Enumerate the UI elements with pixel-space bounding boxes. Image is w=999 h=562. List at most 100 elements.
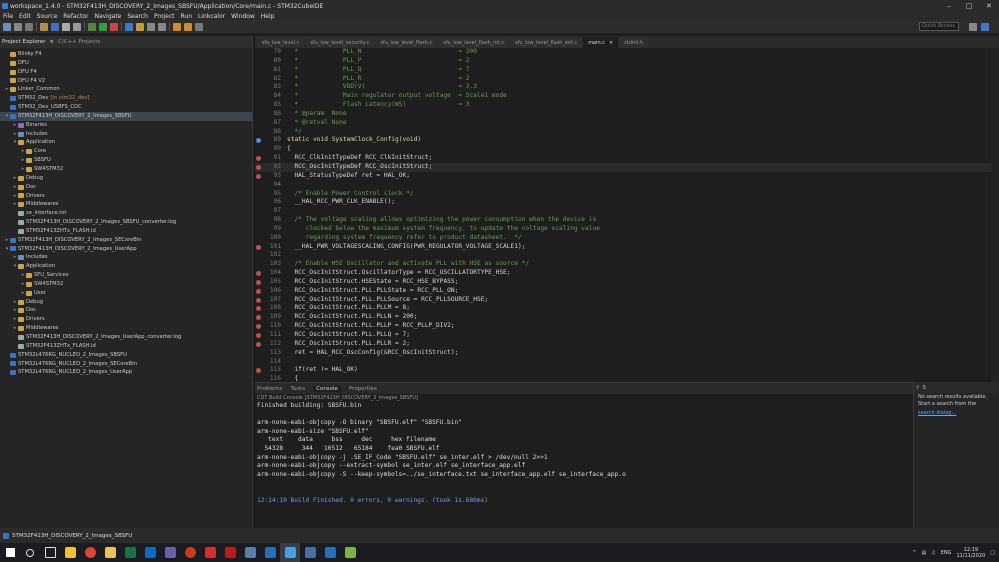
menu-window[interactable]: Window bbox=[228, 13, 258, 20]
code-editor[interactable]: 79 * PLL_N = 200 80 * PLL_P = 2 81 * PLL_Q… bbox=[255, 48, 999, 382]
tree-item[interactable]: ▸ Middlewares bbox=[0, 200, 252, 209]
tree-item[interactable]: STM32F413ZHTx_FLASH.ld bbox=[0, 227, 252, 236]
new-icon[interactable] bbox=[3, 22, 11, 31]
tab-project-explorer[interactable]: Project Explorer bbox=[2, 39, 45, 45]
prev-annotation-icon[interactable] bbox=[158, 22, 166, 31]
tree-item[interactable]: DFU F4 V2 bbox=[0, 77, 252, 86]
minimize-button[interactable]: – bbox=[939, 0, 959, 12]
menu-run[interactable]: Run bbox=[178, 13, 196, 20]
tree-item[interactable]: ▸ Drivers bbox=[0, 192, 252, 201]
tree-item[interactable]: ▸ Includes bbox=[0, 253, 252, 262]
next-annotation-icon[interactable] bbox=[147, 22, 155, 31]
tree-item[interactable]: STM32F413H_DISCOVERY_2_Images_SBSFU_conv… bbox=[0, 218, 252, 227]
editor-tab[interactable]: sfu_low_level.c bbox=[257, 37, 305, 48]
tree-item[interactable]: STM32_Dev [in stm32_dev] bbox=[0, 94, 252, 103]
tree-item[interactable]: STM32_Dev_USBFS_CDC bbox=[0, 103, 252, 112]
language-indicator[interactable]: ENG bbox=[941, 550, 952, 556]
tree-item[interactable]: ▾ STM32F413H_DISCOVERY_2_Images_UserApp bbox=[0, 245, 252, 254]
tab-tasks[interactable]: Tasks bbox=[290, 386, 305, 392]
overview-ruler[interactable] bbox=[991, 48, 999, 382]
excel-icon[interactable] bbox=[120, 543, 140, 562]
mx-icon[interactable] bbox=[260, 543, 280, 562]
menu-search[interactable]: Search bbox=[124, 13, 151, 20]
menu-file[interactable]: File bbox=[0, 13, 16, 20]
menu-refactor[interactable]: Refactor bbox=[60, 13, 91, 20]
chrome-icon[interactable] bbox=[80, 543, 100, 562]
tree-item[interactable]: se_interface.txt bbox=[0, 209, 252, 218]
tab-search[interactable]: S bbox=[923, 385, 926, 391]
network-icon[interactable]: ▤ bbox=[921, 550, 926, 556]
tree-item[interactable]: ▸ Drivers bbox=[0, 315, 252, 324]
outlook-icon[interactable] bbox=[140, 543, 160, 562]
tree-item[interactable]: ▸ SBSFU bbox=[0, 156, 252, 165]
search-dialog-link[interactable]: search dialog... bbox=[918, 410, 956, 416]
notepad-icon[interactable] bbox=[340, 543, 360, 562]
tree-item[interactable]: ▸ Linker_Common bbox=[0, 85, 252, 94]
tree-item[interactable]: ▸ Middlewares bbox=[0, 324, 252, 333]
tab-properties[interactable]: Properties bbox=[349, 386, 377, 392]
bug-marker-icon[interactable] bbox=[256, 173, 261, 179]
editor-tab[interactable]: sfu_low_level_flash_ext.c bbox=[509, 37, 583, 48]
debug-icon[interactable] bbox=[88, 22, 96, 31]
menu-edit[interactable]: Edit bbox=[16, 13, 34, 20]
tree-item[interactable]: ▸ Doc bbox=[0, 183, 252, 192]
tree-item[interactable]: ▾ Application bbox=[0, 262, 252, 271]
menu-linkcalor[interactable]: Linkcalor bbox=[195, 13, 228, 20]
tab-problems[interactable]: Problems bbox=[257, 386, 282, 392]
copy-icon[interactable] bbox=[73, 22, 81, 31]
menu-project[interactable]: Project bbox=[151, 13, 178, 20]
tree-item[interactable]: ▸ Core bbox=[0, 147, 252, 156]
files-icon[interactable] bbox=[100, 543, 120, 562]
editor-tab[interactable]: main.c × bbox=[583, 37, 619, 48]
chevron-up-icon[interactable]: ^ bbox=[912, 550, 916, 556]
build-config-icon[interactable] bbox=[51, 22, 59, 31]
menu-source[interactable]: Source bbox=[34, 13, 61, 20]
tree-item[interactable]: ▸ SW4STM32 bbox=[0, 165, 252, 174]
tree-item[interactable]: STM32L476RG_NUCLEO_2_Images_SBSFU bbox=[0, 351, 252, 360]
tree-item[interactable]: ▸ Binaries bbox=[0, 121, 252, 130]
build-icon[interactable] bbox=[40, 22, 48, 31]
search-icon[interactable]: ⚲ bbox=[916, 385, 920, 391]
tree-item[interactable]: STM32L476RG_NUCLEO_2_Images_SECoreBin bbox=[0, 360, 252, 369]
quick-access-input[interactable]: Quick Access bbox=[919, 22, 959, 31]
app-red-icon[interactable] bbox=[200, 543, 220, 562]
bug-marker-icon[interactable] bbox=[256, 244, 261, 250]
run-icon[interactable] bbox=[99, 22, 107, 31]
tree-item[interactable]: ▸ STM32F413H_DISCOVERY_2_Images_SECoreBin bbox=[0, 236, 252, 245]
tree-item[interactable]: ▾ Application bbox=[0, 138, 252, 147]
save-icon[interactable] bbox=[14, 22, 22, 31]
tree-item[interactable]: ▸ Debug bbox=[0, 174, 252, 183]
cut-icon[interactable] bbox=[62, 22, 70, 31]
menu-help[interactable]: Help bbox=[258, 13, 278, 20]
open-type-icon[interactable] bbox=[136, 22, 144, 31]
bug-marker-icon[interactable] bbox=[256, 341, 261, 347]
maximize-button[interactable]: □ bbox=[959, 0, 979, 12]
editor-tab[interactable]: sfu_low_level_flash_int.c bbox=[438, 37, 509, 48]
editor-tab[interactable]: sfu_low_level_flash.c bbox=[375, 37, 438, 48]
tree-item[interactable]: STM32F413H_DISCOVERY_2_Images_UserApp_co… bbox=[0, 333, 252, 342]
tree-item[interactable]: DFU F4 bbox=[0, 68, 252, 77]
tree-item[interactable]: Blinky F4 bbox=[0, 50, 252, 59]
monitor-icon[interactable] bbox=[240, 543, 260, 562]
bug-marker-icon[interactable] bbox=[256, 297, 261, 303]
bug-marker-icon[interactable] bbox=[256, 288, 261, 294]
tree-item[interactable]: STM32F413ZHTx_FLASH.ld bbox=[0, 342, 252, 351]
explorer-icon[interactable] bbox=[60, 543, 80, 562]
powerpoint-icon[interactable] bbox=[180, 543, 200, 562]
start-button[interactable] bbox=[0, 543, 20, 562]
tab-console[interactable]: Console bbox=[313, 385, 341, 392]
c-perspective-icon[interactable] bbox=[981, 23, 989, 31]
teams-icon[interactable] bbox=[160, 543, 180, 562]
task-view-icon[interactable] bbox=[40, 543, 60, 562]
search-icon[interactable] bbox=[125, 22, 133, 31]
console-output[interactable]: Finished building: SBSFU.bin arm-none-eab… bbox=[255, 402, 913, 505]
app-bug-icon[interactable] bbox=[220, 543, 240, 562]
tree-item[interactable]: ▸ Doc bbox=[0, 306, 252, 315]
bug-marker-icon[interactable] bbox=[256, 279, 261, 285]
tree-item[interactable]: ▾ STM32F413H_DISCOVERY_2_Images_SBSFU bbox=[0, 111, 252, 121]
tree-item[interactable]: STM32L476RG_NUCLEO_2_Images_UserApp bbox=[0, 368, 252, 377]
tree-item[interactable]: DFU bbox=[0, 59, 252, 68]
editor-tab[interactable]: sfu_low_level_security.c bbox=[305, 37, 375, 48]
external-tools-icon[interactable] bbox=[110, 22, 118, 31]
pin-icon[interactable] bbox=[195, 22, 203, 31]
